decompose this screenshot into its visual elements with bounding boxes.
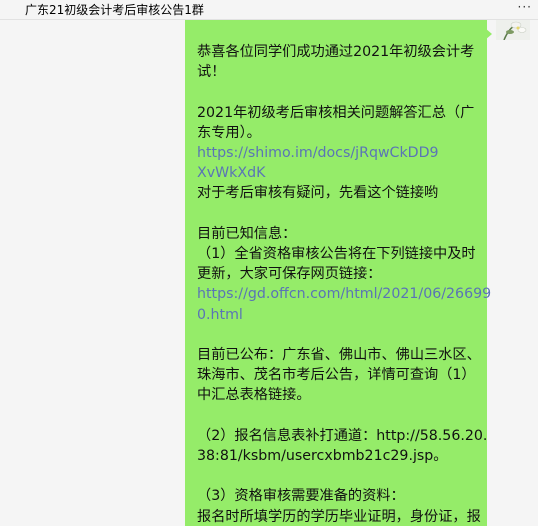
message-line: 2021年初级考后审核相关问题解答汇总（广	[197, 104, 475, 121]
message-line: 对于考后审核有疑问，先看这个链接哟	[197, 185, 439, 202]
window-titlebar: 广东21初级会计考后审核公告1群 ···	[0, 0, 538, 20]
message-line: （1）全省资格审核公告将在下列链接中及时	[197, 246, 476, 262]
message-line: 报名时所填学历的学历毕业证明，身份证，报	[197, 508, 481, 525]
message-line: 恭喜各位同学们成功通过2021年初级会计考	[197, 44, 475, 60]
message-line: （2）报名信息表补打通道：http://58.56.20.	[197, 427, 488, 444]
chat-area[interactable]: 恭喜各位同学们成功通过2021年初级会计考 试！ 2021年初级考后审核相关问题解答…	[0, 20, 538, 526]
message-line: 东专用）。	[197, 124, 261, 141]
clipped-line-fragment	[197, 20, 257, 24]
chat-title: 广东21初级会计考后审核公告1群	[25, 3, 204, 17]
message-line: 中汇总表格链接。	[197, 387, 311, 404]
sender-avatar[interactable]	[496, 20, 530, 40]
message-link[interactable]: https://gd.offcn.com/html/2021/06/26699	[197, 284, 491, 304]
more-menu-icon[interactable]: ···	[518, 0, 532, 14]
message-line: 目前已公布：广东省、佛山市、佛山三水区、	[197, 347, 481, 363]
message-link[interactable]: https://shimo.im/docs/jRqwCkDD9	[197, 143, 439, 163]
message-line: 38:81/ksbm/usercxbmb21c29.jsp。	[197, 448, 448, 464]
message-line: 珠海市、茂名市考后公告，详情可查询（1）	[197, 367, 476, 384]
message-line: 更新，大家可保存网页链接：	[197, 266, 382, 283]
message-line: （3）资格审核需要准备的资料：	[197, 488, 405, 505]
message-link[interactable]: XvWkXdK	[197, 163, 265, 183]
message-bubble[interactable]: 恭喜各位同学们成功通过2021年初级会计考 试！ 2021年初级考后审核相关问题解答…	[185, 20, 491, 526]
message-link[interactable]: 0.html	[197, 305, 243, 325]
message-line: 试！	[197, 64, 226, 81]
message-line: 目前已知信息：	[197, 225, 297, 242]
flower-avatar-icon	[496, 20, 530, 40]
